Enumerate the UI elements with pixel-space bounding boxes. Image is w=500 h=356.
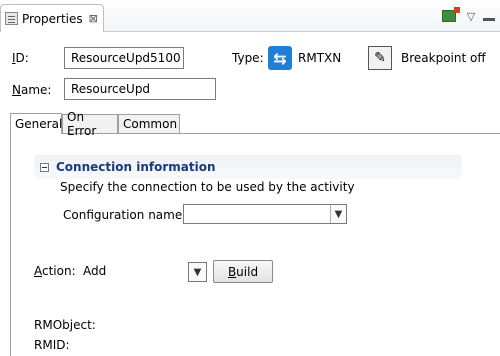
name-label-mnemonic: N bbox=[12, 83, 21, 97]
minimize-button[interactable] bbox=[480, 8, 498, 24]
configuration-name-select[interactable]: ▼ bbox=[183, 204, 347, 224]
build-mnemonic: B bbox=[227, 264, 237, 279]
type-value: RMTXN bbox=[298, 51, 342, 65]
build-button[interactable]: Build bbox=[213, 260, 273, 283]
chevron-down-icon: ▼ bbox=[189, 263, 206, 281]
section-title: Connection information bbox=[56, 160, 216, 174]
id-field[interactable]: ResourceUpd5100 bbox=[64, 47, 184, 69]
name-label: Name: bbox=[12, 83, 51, 97]
action-value: Add bbox=[83, 264, 107, 278]
name-label-text: ame: bbox=[20, 83, 52, 97]
action-dropdown[interactable]: ▼ bbox=[188, 262, 207, 282]
collapse-icon[interactable] bbox=[40, 162, 49, 172]
tab-general[interactable]: General bbox=[10, 113, 62, 134]
name-field[interactable]: ResourceUpd bbox=[64, 78, 216, 100]
type-label: Type: bbox=[232, 51, 264, 65]
breakpoint-toggle-icon[interactable]: ✎ bbox=[368, 46, 392, 70]
pin-icon bbox=[442, 7, 460, 22]
action-label-text: ction: bbox=[42, 264, 76, 278]
configuration-name-label: Configuration name: bbox=[63, 208, 187, 222]
breakpoint-label: Breakpoint off bbox=[401, 51, 486, 65]
rmid-label: RMID: bbox=[34, 338, 70, 352]
chevron-down-icon: ▽ bbox=[466, 9, 476, 23]
connection-section-header[interactable]: Connection information bbox=[34, 155, 462, 179]
rmobject-label: RMObject: bbox=[34, 318, 96, 332]
build-label: uild bbox=[236, 264, 259, 279]
chevron-down-icon[interactable]: ▼ bbox=[330, 205, 346, 223]
tab-common[interactable]: Common bbox=[118, 114, 180, 133]
action-label-mnemonic: A bbox=[34, 264, 42, 278]
properties-icon bbox=[5, 12, 18, 25]
properties-view-tab[interactable]: Properties ⊠ bbox=[0, 4, 104, 32]
action-label: Action: bbox=[34, 264, 76, 278]
connection-description: Specify the connection to be used by the… bbox=[60, 180, 355, 194]
view-menu-button[interactable]: ▽ bbox=[462, 8, 480, 24]
view-title: Properties bbox=[22, 11, 83, 26]
id-label: ID: bbox=[12, 51, 29, 65]
tab-on-error[interactable]: On Error bbox=[62, 110, 118, 138]
pin-button[interactable] bbox=[440, 7, 460, 24]
minimize-icon bbox=[483, 17, 495, 21]
id-label-text: D: bbox=[15, 51, 29, 65]
rm-transaction-icon: ⇆ bbox=[268, 46, 292, 70]
close-icon[interactable]: ⊠ bbox=[89, 12, 98, 25]
